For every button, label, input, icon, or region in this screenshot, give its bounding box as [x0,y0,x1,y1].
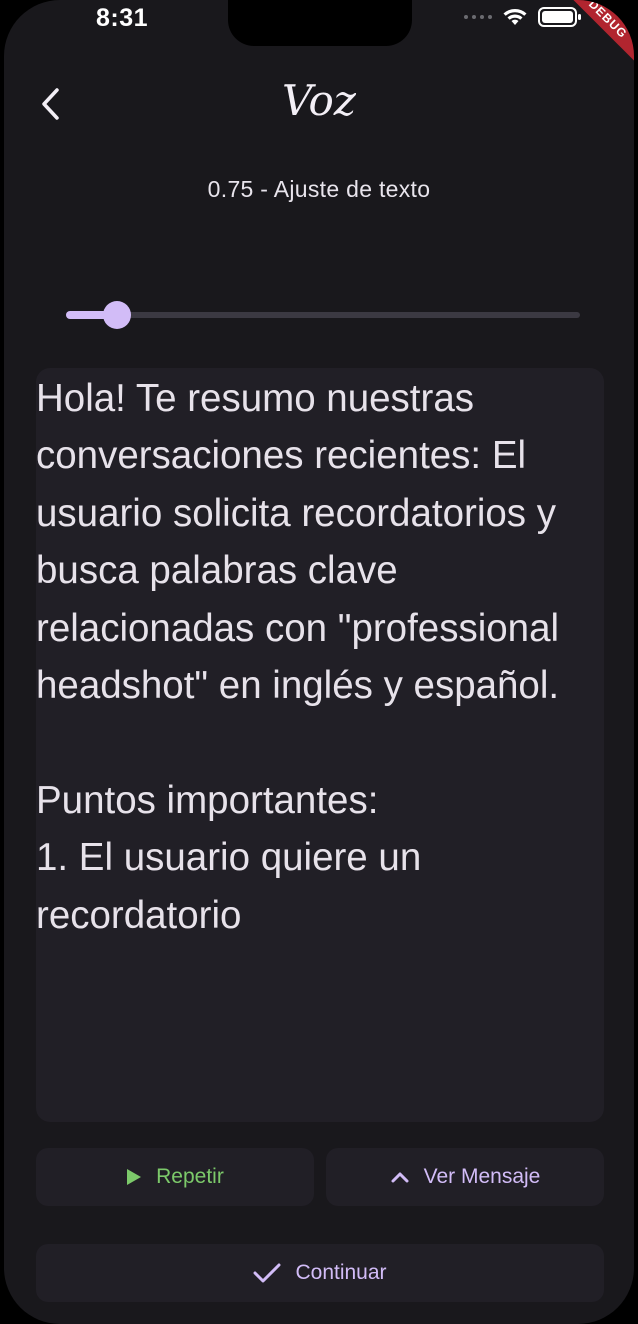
slider-thumb[interactable] [103,301,132,329]
chevron-up-icon [390,1170,410,1184]
view-message-button-label: Ver Mensaje [423,1165,541,1188]
message-card[interactable]: Hola! Te resumo nuestras conversaciones … [36,368,604,1122]
status-icons [464,6,582,28]
cellular-signal-icon [464,15,492,19]
slider-track [66,312,580,318]
app-screen: 8:31 DEBUG Voz 0.75 - Ajuste de texto Ho… [4,0,634,1324]
speed-label: 0.75 - Ajuste de texto [207,176,431,202]
battery-icon [538,7,581,27]
play-icon [126,1168,142,1186]
message-text: Hola! Te resumo nuestras conversaciones … [36,377,560,937]
page-title: Voz [282,76,356,125]
speed-slider[interactable] [66,298,580,332]
continue-button-label: Continuar [295,1261,387,1284]
dynamic-island [228,0,412,46]
view-message-button[interactable]: Ver Mensaje [326,1148,604,1206]
status-time: 8:31 [96,4,149,32]
check-icon [253,1262,281,1284]
repeat-button-label: Repetir [156,1165,224,1188]
phone-frame: 8:31 DEBUG Voz 0.75 - Ajuste de texto Ho… [0,0,638,1324]
continue-button[interactable]: Continuar [36,1244,604,1302]
wifi-icon [503,9,527,25]
repeat-button[interactable]: Repetir [36,1148,314,1206]
